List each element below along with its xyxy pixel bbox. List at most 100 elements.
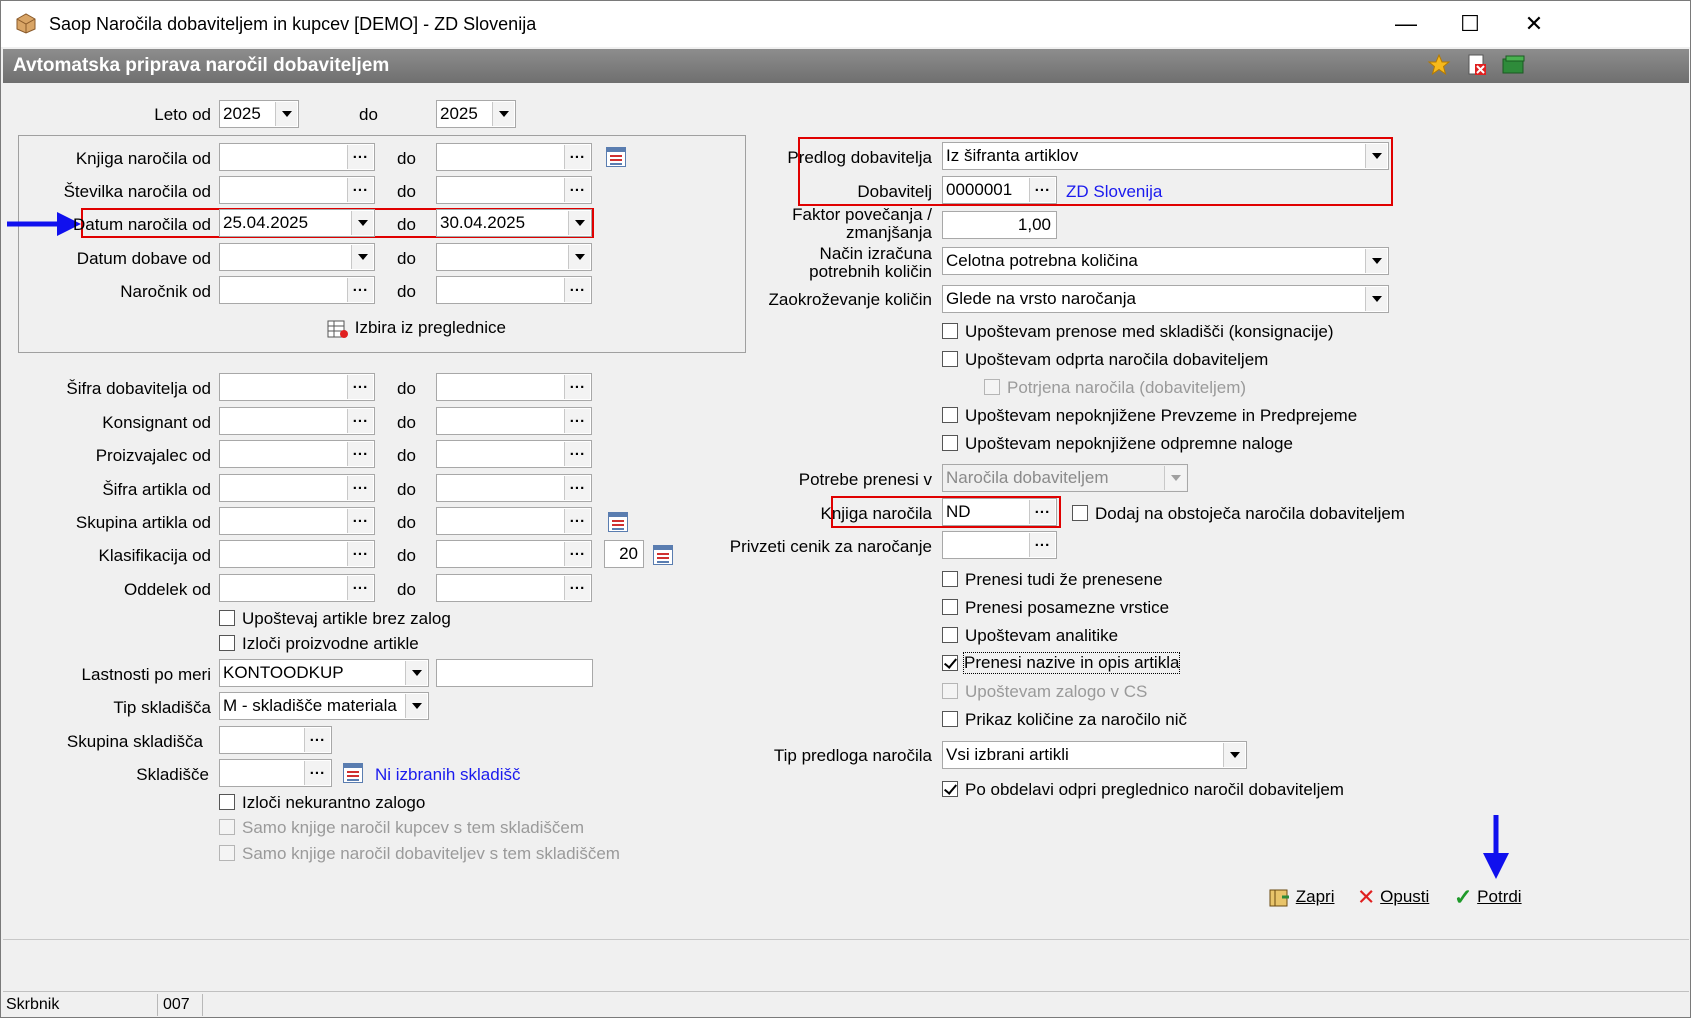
skupina-sklad-field[interactable]: ...	[219, 726, 332, 754]
browse-icon[interactable]: ...	[564, 509, 590, 533]
odprta-checkbox[interactable]	[942, 351, 958, 367]
kolicine-nic-checkbox[interactable]	[942, 711, 958, 727]
browse-icon[interactable]: ...	[564, 145, 590, 169]
browse-icon[interactable]: ...	[347, 375, 373, 399]
browse-icon[interactable]: ...	[347, 145, 373, 169]
skupina-art-od-field[interactable]: ...	[219, 507, 375, 535]
po-obdelavi-checkbox[interactable]	[942, 781, 958, 797]
knjiga-do-field[interactable]: ...	[436, 143, 592, 171]
browse-icon[interactable]: ...	[347, 442, 373, 466]
oddelek-do-field[interactable]: ...	[436, 574, 592, 602]
potrdi-button[interactable]: ✓ Potrdi	[1454, 882, 1522, 912]
klasifikacija-level-field[interactable]: 20	[604, 540, 644, 568]
stevilka-do-field[interactable]: ...	[436, 176, 592, 204]
list-select-icon[interactable]	[606, 147, 626, 167]
browse-icon[interactable]: ...	[564, 542, 590, 566]
dropdown-arrow-icon[interactable]	[1365, 287, 1387, 311]
browse-icon[interactable]: ...	[1029, 500, 1055, 524]
leto-do-select[interactable]: 2025	[436, 100, 516, 128]
browse-icon[interactable]: ...	[304, 728, 330, 752]
sifra-dob-od-field[interactable]: ...	[219, 373, 375, 401]
datum-do-field[interactable]: 30.04.2025	[436, 209, 592, 237]
izbira-iz-preglednice-button[interactable]: Izbira iz preglednice	[326, 313, 506, 343]
skupina-art-do-field[interactable]: ...	[436, 507, 592, 535]
list-select-icon[interactable]	[343, 763, 363, 783]
cenik-field[interactable]: ...	[942, 531, 1057, 559]
nacin-select[interactable]: Celotna potrebna količina	[942, 247, 1389, 275]
minimize-button[interactable]: —	[1383, 9, 1429, 39]
konsignant-do-field[interactable]: ...	[436, 407, 592, 435]
prenesene-checkbox[interactable]	[942, 571, 958, 587]
browse-icon[interactable]: ...	[1029, 178, 1055, 202]
dropdown-arrow-icon[interactable]	[351, 211, 373, 235]
predlog-select[interactable]: Iz šifranta artiklov	[942, 142, 1389, 170]
dropdown-arrow-icon[interactable]	[568, 245, 590, 269]
browse-icon[interactable]: ...	[347, 409, 373, 433]
dodaj-checkbox[interactable]	[1072, 505, 1088, 521]
sifra-art-do-field[interactable]: ...	[436, 474, 592, 502]
dropdown-arrow-icon[interactable]	[568, 211, 590, 235]
sifra-dob-do-field[interactable]: ...	[436, 373, 592, 401]
dropdown-arrow-icon[interactable]	[405, 661, 427, 685]
dropdown-arrow-icon[interactable]	[275, 102, 297, 126]
browse-icon[interactable]: ...	[564, 476, 590, 500]
knjiga-field[interactable]: ND ...	[942, 498, 1057, 526]
skladisce-link[interactable]: Ni izbranih skladišč	[375, 765, 521, 785]
prevzeme-checkbox[interactable]	[942, 407, 958, 423]
knjiga-od-field[interactable]: ...	[219, 143, 375, 171]
tip-sklad-select[interactable]: M - skladišče materiala	[219, 692, 429, 720]
list-select-icon[interactable]	[608, 512, 628, 532]
lastnosti-select[interactable]: KONTOODKUP	[219, 659, 429, 687]
prenose-checkbox[interactable]	[942, 323, 958, 339]
odpremne-checkbox[interactable]	[942, 435, 958, 451]
klasifikacija-od-field[interactable]: ...	[219, 540, 375, 568]
browse-icon[interactable]: ...	[304, 761, 330, 785]
tip-predloga-select[interactable]: Vsi izbrani artikli	[942, 741, 1247, 769]
maximize-button[interactable]: ☐	[1447, 9, 1493, 39]
lastnosti-value-field[interactable]	[436, 659, 593, 687]
dobava-od-field[interactable]	[219, 243, 375, 271]
proizvajalec-do-field[interactable]: ...	[436, 440, 592, 468]
browse-icon[interactable]: ...	[347, 542, 373, 566]
browse-icon[interactable]: ...	[564, 278, 590, 302]
favorite-star-icon[interactable]	[1427, 53, 1451, 77]
faktor-field[interactable]: 1,00	[942, 211, 1057, 239]
browse-icon[interactable]: ...	[347, 476, 373, 500]
dropdown-arrow-icon[interactable]	[492, 102, 514, 126]
stevilka-od-field[interactable]: ...	[219, 176, 375, 204]
oddelek-od-field[interactable]: ...	[219, 574, 375, 602]
analitike-checkbox[interactable]	[942, 627, 958, 643]
dropdown-arrow-icon[interactable]	[1365, 249, 1387, 273]
dropdown-arrow-icon[interactable]	[1223, 743, 1245, 767]
browse-icon[interactable]: ...	[347, 576, 373, 600]
posamezne-checkbox[interactable]	[942, 599, 958, 615]
dobava-do-field[interactable]	[436, 243, 592, 271]
zaokr-select[interactable]: Glede na vrsto naročanja	[942, 285, 1389, 313]
brez-zalog-checkbox[interactable]	[219, 610, 235, 626]
delete-document-icon[interactable]	[1465, 53, 1489, 77]
browse-icon[interactable]: ...	[564, 576, 590, 600]
list-select-icon[interactable]	[653, 545, 673, 565]
sifra-art-od-field[interactable]: ...	[219, 474, 375, 502]
narocnik-od-field[interactable]: ...	[219, 276, 375, 304]
browse-icon[interactable]: ...	[564, 178, 590, 202]
skladisce-field[interactable]: ...	[219, 759, 332, 787]
konsignant-od-field[interactable]: ...	[219, 407, 375, 435]
klasifikacija-do-field[interactable]: ...	[436, 540, 592, 568]
browse-icon[interactable]: ...	[564, 442, 590, 466]
books-icon[interactable]	[1501, 53, 1527, 77]
opusti-button[interactable]: ✕ Opusti	[1357, 882, 1429, 912]
izloci-proiz-checkbox[interactable]	[219, 635, 235, 651]
nekurantno-checkbox[interactable]	[219, 794, 235, 810]
nazive-checkbox[interactable]	[942, 655, 958, 671]
proizvajalec-od-field[interactable]: ...	[219, 440, 375, 468]
narocnik-do-field[interactable]: ...	[436, 276, 592, 304]
close-window-button[interactable]: ✕	[1511, 9, 1557, 39]
browse-icon[interactable]: ...	[347, 509, 373, 533]
zapri-button[interactable]: Zapri	[1267, 882, 1334, 912]
datum-od-field[interactable]: 25.04.2025	[219, 209, 375, 237]
dropdown-arrow-icon[interactable]	[1365, 144, 1387, 168]
dobavitelj-field[interactable]: 0000001 ...	[942, 176, 1057, 204]
browse-icon[interactable]: ...	[564, 409, 590, 433]
browse-icon[interactable]: ...	[347, 278, 373, 302]
